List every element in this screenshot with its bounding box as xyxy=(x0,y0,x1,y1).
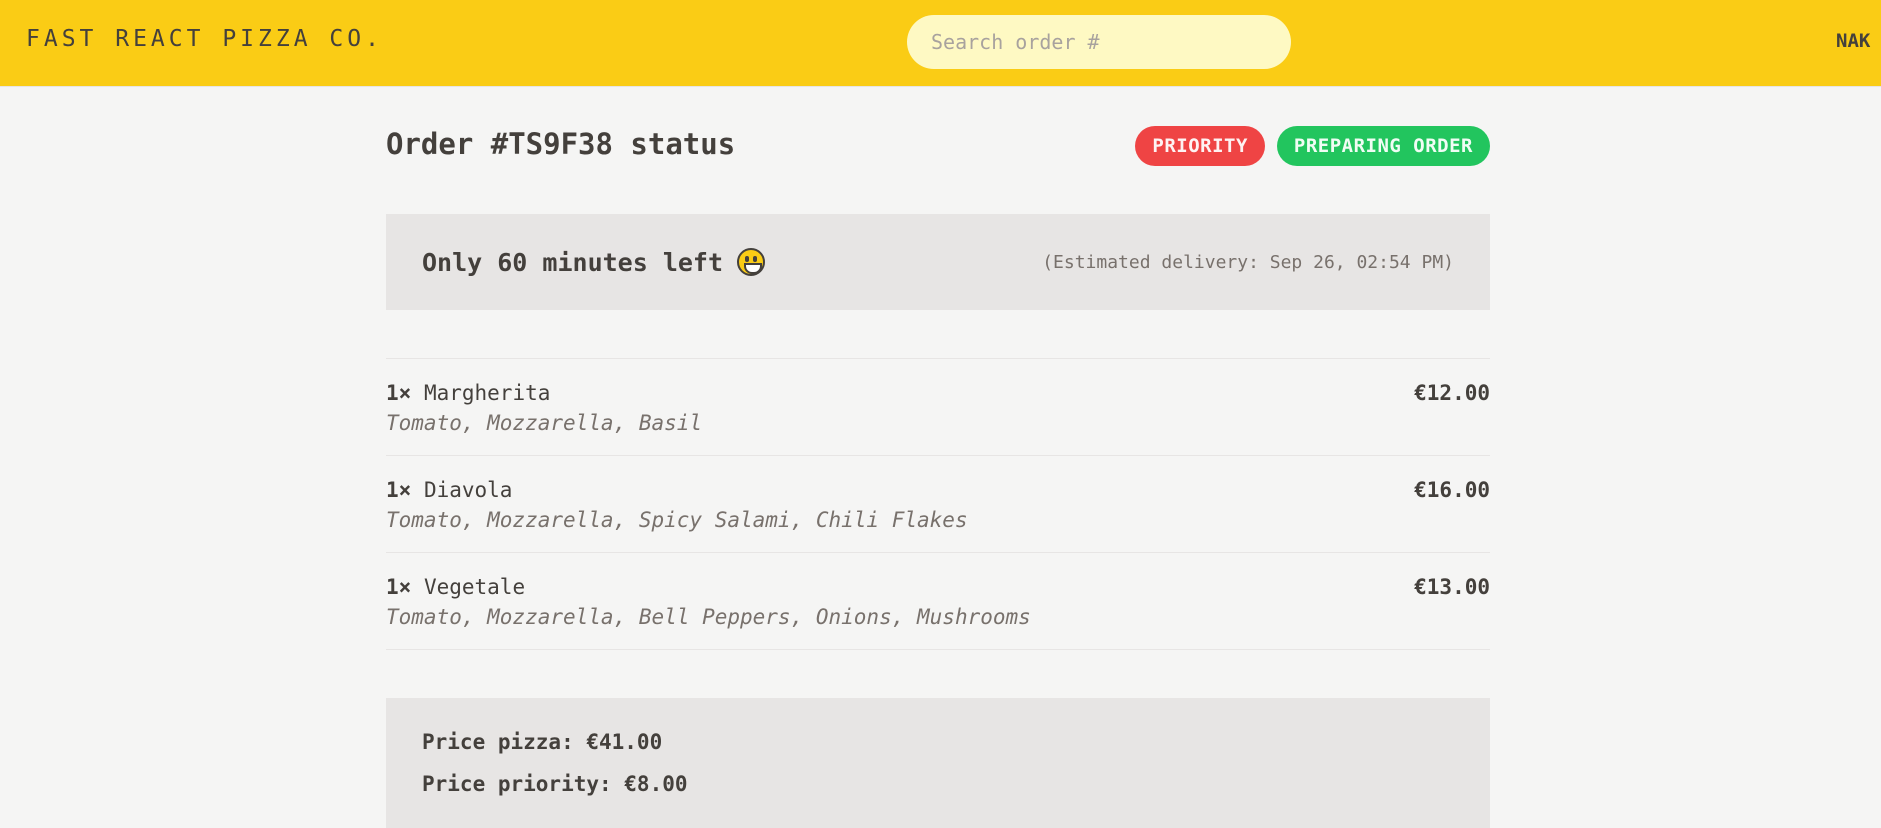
order-totals-panel: Price pizza: €41.00 Price priority: €8.0… xyxy=(386,698,1490,828)
item-line: 1× Margherita xyxy=(386,381,550,405)
item-quantity: 1× xyxy=(386,381,412,405)
item-line: 1× Vegetale xyxy=(386,575,525,599)
price-pizza: Price pizza: €41.00 xyxy=(422,730,663,754)
status-badges: Priority Preparing order xyxy=(1135,126,1490,166)
list-item: 1× Diavola Tomato, Mozzarella, Spicy Sal… xyxy=(386,456,1490,553)
item-price: €13.00 xyxy=(1414,575,1490,599)
item-name: Vegetale xyxy=(423,575,526,599)
time-left: Only 60 minutes left xyxy=(422,247,766,277)
item-line: 1× Diavola xyxy=(386,478,512,502)
time-left-text: Only 60 minutes left xyxy=(422,247,724,277)
price-priority: Price priority: €8.00 xyxy=(422,772,688,796)
brand-logo[interactable]: Fast React Pizza Co. xyxy=(26,26,383,52)
search-order-input[interactable] xyxy=(907,15,1291,69)
page-title: Order #TS9F38 status xyxy=(386,127,736,161)
delivery-eta-panel: Only 60 minutes left (Estimated delivery… xyxy=(386,214,1490,310)
item-name: Margherita xyxy=(423,381,551,405)
item-ingredients: Tomato, Mozzarella, Bell Peppers, Onions… xyxy=(386,605,1031,629)
username: NAK xyxy=(1836,30,1871,52)
order-page: Order #TS9F38 status Priority Preparing … xyxy=(386,87,1490,828)
list-item: 1× Vegetale Tomato, Mozzarella, Bell Pep… xyxy=(386,553,1490,650)
smiley-icon xyxy=(737,248,766,276)
item-price: €16.00 xyxy=(1414,478,1490,502)
priority-badge: Priority xyxy=(1135,126,1265,166)
app-header: Fast React Pizza Co. NAK xyxy=(0,0,1881,87)
list-item: 1× Margherita Tomato, Mozzarella, Basil … xyxy=(386,359,1490,456)
order-items-list: 1× Margherita Tomato, Mozzarella, Basil … xyxy=(386,358,1490,650)
estimated-delivery: (Estimated delivery: Sep 26, 02:54 PM) xyxy=(1042,251,1454,273)
item-quantity: 1× xyxy=(386,478,412,502)
item-quantity: 1× xyxy=(386,575,412,599)
item-name: Diavola xyxy=(423,478,513,502)
item-price: €12.00 xyxy=(1414,381,1490,405)
order-status-badge: Preparing order xyxy=(1276,126,1490,166)
order-title-row: Order #TS9F38 status Priority Preparing … xyxy=(386,87,1490,207)
item-ingredients: Tomato, Mozzarella, Spicy Salami, Chili … xyxy=(386,508,968,532)
item-ingredients: Tomato, Mozzarella, Basil xyxy=(386,411,703,435)
